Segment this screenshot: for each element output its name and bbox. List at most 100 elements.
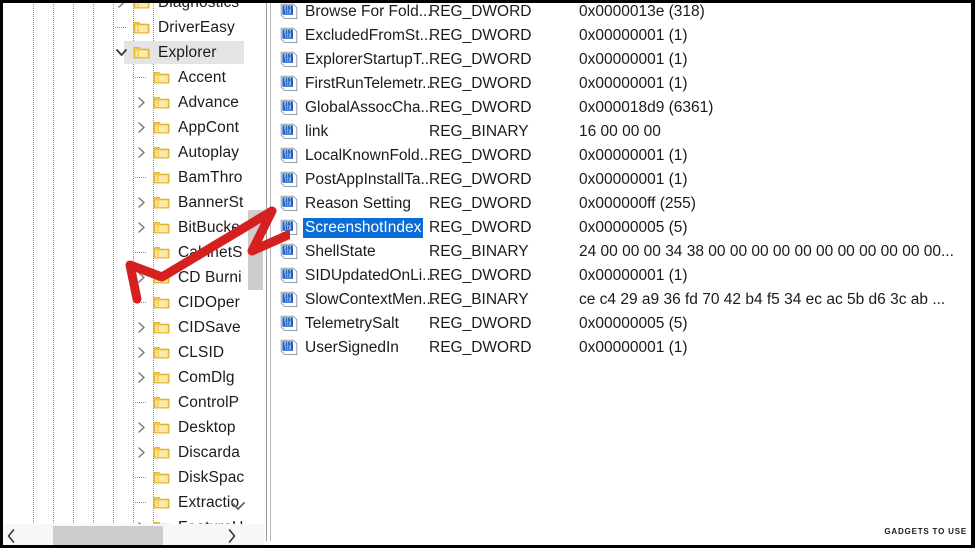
tree-item-explorer[interactable]: Explorer	[0, 40, 247, 65]
tree-item-label: BamThro	[178, 168, 243, 186]
tree-item-comdlg[interactable]: ComDlg	[0, 365, 247, 390]
tree-item-appcont[interactable]: AppCont	[0, 115, 247, 140]
tree-item-extractio[interactable]: Extractio	[0, 490, 247, 515]
value-type-cell: REG_BINARY	[429, 243, 529, 260]
value-type-cell: REG_DWORD	[429, 195, 532, 212]
tree-horizontal-scrollbar-thumb[interactable]	[53, 526, 163, 546]
tree-item-accent[interactable]: Accent	[0, 65, 247, 90]
chevron-right-icon[interactable]	[133, 415, 149, 440]
chevron-down-icon[interactable]	[113, 40, 129, 65]
value-data-cell: 0x000018d9 (6361)	[579, 99, 714, 116]
value-name-cell: SlowContextMen...	[305, 291, 436, 308]
folder-icon	[153, 445, 170, 460]
table-row[interactable]: 011 110 SlowContextMen... REG_BINARY ce c4 2…	[276, 288, 975, 312]
chevron-right-icon[interactable]	[133, 440, 149, 465]
svg-text:110: 110	[284, 130, 292, 135]
chevron-right-icon[interactable]	[133, 90, 149, 115]
chevron-right-icon[interactable]	[133, 140, 149, 165]
chevron-right-icon[interactable]	[133, 340, 149, 365]
table-row[interactable]: 011 110 ShellState REG_BINARY 24 00 00 00 34…	[276, 240, 975, 264]
tree-item-label: CabinetS	[178, 243, 243, 261]
tree-vertical-scrollbar-thumb[interactable]	[248, 210, 263, 290]
pane-splitter[interactable]	[265, 0, 276, 548]
table-row[interactable]: 011 110 Reason Setting REG_DWORD 0x000000ff …	[276, 192, 975, 216]
value-data-cell: 0x00000001 (1)	[579, 267, 688, 284]
value-data-cell: 0x00000005 (5)	[579, 315, 688, 332]
value-type-cell: REG_DWORD	[429, 339, 532, 356]
tree-vertical-scrollbar[interactable]	[247, 0, 264, 524]
chevron-right-icon[interactable]	[133, 215, 149, 240]
tree-item-autoplay[interactable]: Autoplay	[0, 140, 247, 165]
table-row[interactable]: 011 110 UserSignedIn REG_DWORD 0x00000001 (1…	[276, 336, 975, 360]
chevron-right-icon[interactable]	[133, 515, 149, 524]
tree-item-label: AppCont	[178, 118, 240, 136]
tree-connector-line	[134, 240, 148, 265]
value-name-cell: Browse For Fold...	[305, 3, 432, 20]
folder-icon	[153, 495, 170, 510]
tree-item-list: Diagnostics DriverEasy Explorer Accent Advan…	[0, 0, 247, 524]
table-row[interactable]: 011 110 GlobalAssocCha... REG_DWORD 0x000018…	[276, 96, 975, 120]
table-row[interactable]: 011 110 link REG_BINARY 16 00 00 00	[276, 120, 975, 144]
folder-icon	[153, 120, 170, 135]
tree-item-desktop[interactable]: Desktop	[0, 415, 247, 440]
value-data-cell: 24 00 00 00 34 38 00 00 00 00 00 00 00 0…	[579, 243, 954, 260]
table-row[interactable]: 011 110 SIDUpdatedOnLi... REG_DWORD 0x000000…	[276, 264, 975, 288]
svg-text:110: 110	[284, 154, 292, 159]
folder-icon	[153, 345, 170, 360]
tree-item-cd-burni[interactable]: CD Burni	[0, 265, 247, 290]
chevron-right-icon[interactable]	[133, 365, 149, 390]
table-row[interactable]: 011 110 LocalKnownFold... REG_DWORD 0x000000…	[276, 144, 975, 168]
chevron-right-icon[interactable]	[133, 265, 149, 290]
table-row[interactable]: 011 110 FirstRunTelemetr... REG_DWORD 0x0000…	[276, 72, 975, 96]
tree-item-cidoper[interactable]: CIDOper	[0, 290, 247, 315]
splitter-line-left	[266, 0, 267, 541]
tree-item-label: BannerSt	[178, 193, 244, 211]
table-row[interactable]: 011 110 ExplorerStartupT... REG_DWORD 0x0000…	[276, 48, 975, 72]
value-data-cell: 0x00000001 (1)	[579, 75, 688, 92]
value-name-cell: TelemetrySalt	[305, 315, 399, 332]
tree-connector-line	[134, 390, 148, 415]
tree-item-label: Advance	[178, 93, 240, 111]
tree-scroll-down-chevron[interactable]	[228, 496, 248, 521]
table-row[interactable]: 011 110 TelemetrySalt REG_DWORD 0x00000005 (…	[276, 312, 975, 336]
tree-connector-line	[134, 465, 148, 490]
tree-item-discarda[interactable]: Discarda	[0, 440, 247, 465]
table-row[interactable]: 011 110 ExcludedFromSt... REG_DWORD 0x000000…	[276, 24, 975, 48]
tree-item-drivereasy[interactable]: DriverEasy	[0, 15, 247, 40]
registry-editor-window: Diagnostics DriverEasy Explorer Accent Advan…	[0, 0, 975, 548]
chevron-right-icon[interactable]	[133, 115, 149, 140]
tree-item-cidsave[interactable]: CIDSave	[0, 315, 247, 340]
tree-item-bamthro[interactable]: BamThro	[0, 165, 247, 190]
registry-key-tree-pane: Diagnostics DriverEasy Explorer Accent Advan…	[0, 0, 265, 548]
tree-item-diskspac[interactable]: DiskSpac	[0, 465, 247, 490]
tree-item-advance[interactable]: Advance	[0, 90, 247, 115]
registry-value-icon: 011 110	[280, 315, 298, 332]
table-row[interactable]: 011 110 PostAppInstallTa... REG_DWORD 0x0000…	[276, 168, 975, 192]
value-data-cell: 0x00000005 (5)	[579, 219, 688, 236]
value-name-cell: Reason Setting	[305, 195, 411, 212]
value-data-cell: ce c4 29 a9 36 fd 70 42 b4 f5 34 ec ac 5…	[579, 291, 946, 308]
watermark-text: GADGETS TO USE	[884, 527, 967, 536]
chevron-right-icon[interactable]	[133, 190, 149, 215]
folder-icon	[153, 70, 170, 85]
tree-item-controlp[interactable]: ControlP	[0, 390, 247, 415]
value-type-cell: REG_DWORD	[429, 267, 532, 284]
tree-item-featureu[interactable]: FeatureU	[0, 515, 247, 524]
chevron-right-icon[interactable]	[133, 315, 149, 340]
value-name-cell: link	[305, 123, 329, 140]
value-type-cell: REG_DWORD	[429, 27, 532, 44]
tree-connector-line	[134, 290, 148, 315]
svg-text:110: 110	[284, 58, 292, 63]
tree-item-clsid[interactable]: CLSID	[0, 340, 247, 365]
folder-icon	[153, 195, 170, 210]
table-row[interactable]: 011 110 ScreenshotIndex REG_DWORD 0x00000005…	[276, 216, 975, 240]
table-row[interactable]: 011 110 Browse For Fold... REG_DWORD 0x00000…	[276, 0, 975, 24]
tree-item-bannerst[interactable]: BannerSt	[0, 190, 247, 215]
tree-item-bitbucke[interactable]: BitBucke	[0, 215, 247, 240]
tree-item-label: CIDOper	[178, 293, 240, 311]
registry-value-icon: 011 110	[280, 219, 298, 236]
tree-item-label: CLSID	[178, 343, 225, 361]
tree-item-cabinets[interactable]: CabinetS	[0, 240, 247, 265]
tree-scroll-area[interactable]: Diagnostics DriverEasy Explorer Accent Advan…	[0, 0, 247, 524]
tree-item-label: CIDSave	[178, 318, 241, 336]
